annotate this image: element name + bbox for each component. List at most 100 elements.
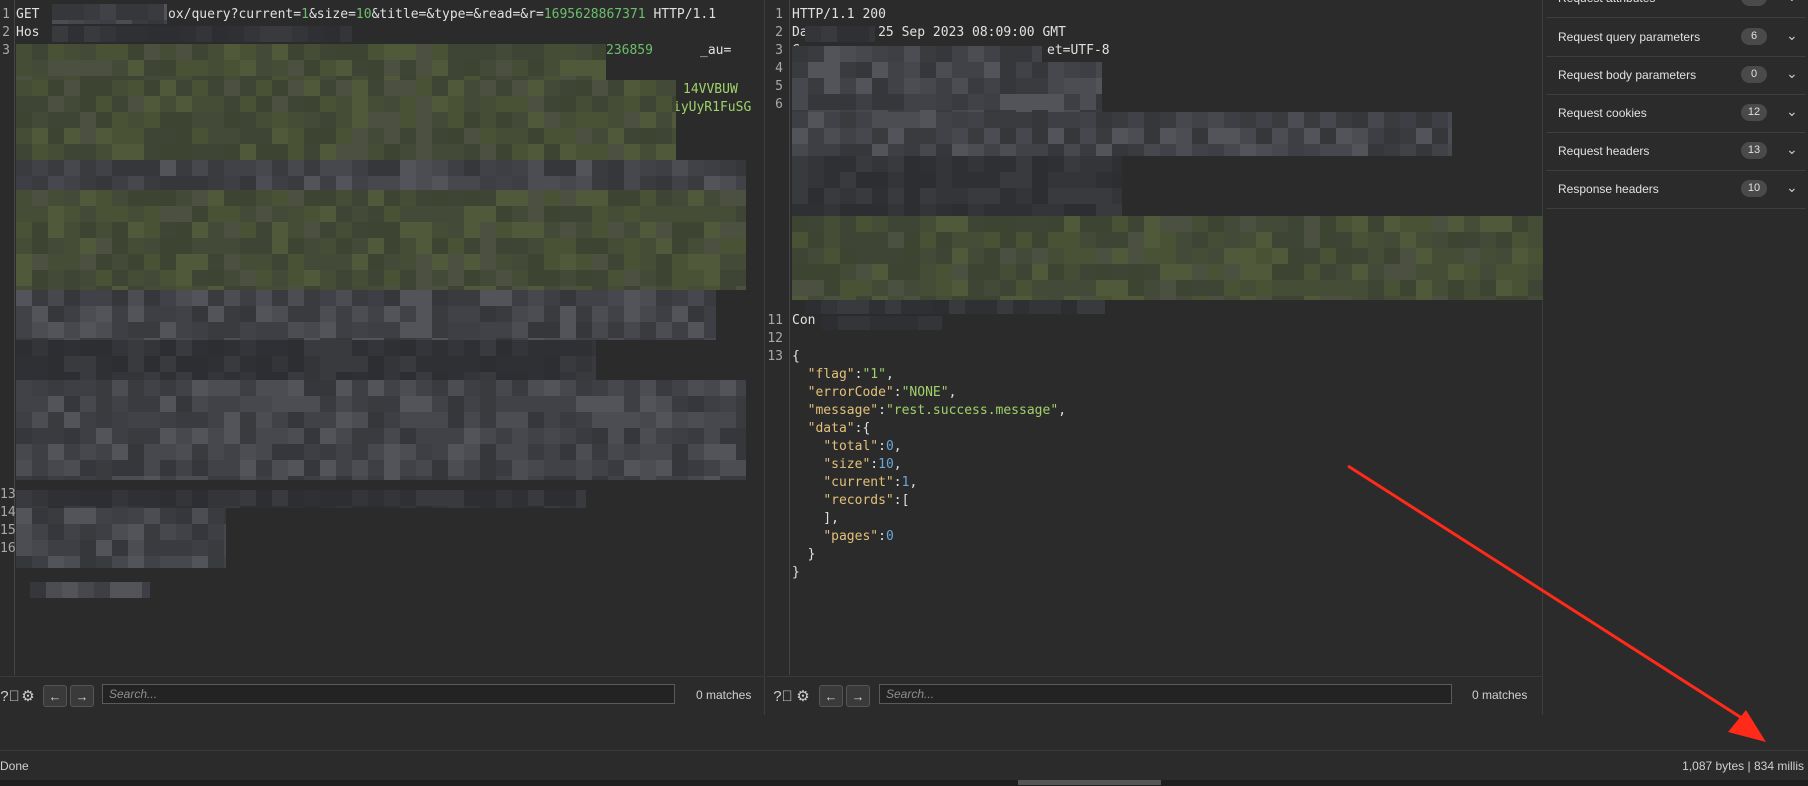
redaction-pixel	[48, 160, 64, 176]
redaction-pixel	[592, 428, 608, 444]
redaction-pixel	[592, 412, 608, 428]
redaction-pixel	[112, 396, 128, 412]
help-icon[interactable]: ?⃝	[773, 686, 793, 706]
redaction-pixel	[496, 460, 512, 476]
redaction-pixel	[808, 156, 824, 172]
request-search-input[interactable]	[102, 684, 675, 704]
arrow-left-icon[interactable]: ←	[43, 685, 67, 707]
redaction-pixel	[416, 238, 432, 254]
redaction-pixel	[480, 372, 496, 380]
gear-icon[interactable]: ⚙	[18, 686, 38, 706]
arrow-right-icon[interactable]: →	[846, 685, 870, 707]
request-editor[interactable]: 1 GET ox/query?current= 1 &size= 10 &title=&t…	[0, 0, 765, 715]
redaction-pixel	[448, 356, 464, 372]
redaction-pixel	[544, 506, 560, 508]
code-token: ,	[948, 385, 957, 400]
redaction-pixel	[1352, 128, 1368, 144]
redaction-pixel	[116, 26, 132, 42]
redaction-pixel	[656, 206, 672, 222]
redaction-pixel	[96, 356, 112, 372]
redaction-pixel	[272, 490, 288, 506]
redaction-pixel	[512, 396, 528, 412]
redaction-pixel	[688, 190, 704, 206]
chevron-down-icon[interactable]: ⌄	[1786, 179, 1798, 196]
redaction-pixel	[720, 160, 736, 176]
redaction-pixel	[212, 26, 228, 42]
chevron-down-icon[interactable]: ⌄	[1786, 141, 1798, 158]
redaction-pixel	[856, 216, 872, 232]
redaction-pixel	[16, 306, 32, 322]
redaction-pixel	[1160, 280, 1176, 296]
redaction-pixel	[272, 506, 288, 508]
redaction-pixel	[560, 340, 576, 356]
redaction-pixel	[448, 412, 464, 428]
redaction-pixel	[480, 254, 496, 270]
redaction-pixel	[1176, 216, 1192, 232]
redaction-pixel	[32, 112, 48, 128]
redaction-pixel	[32, 270, 48, 286]
redaction-pixel	[936, 264, 952, 280]
redaction-pixel	[704, 290, 716, 306]
response-search-input[interactable]	[879, 684, 1452, 704]
redaction-pixel	[544, 144, 560, 160]
redaction-pixel	[432, 490, 448, 506]
redaction-pixel	[272, 80, 288, 96]
redaction-pixel	[272, 238, 288, 254]
arrow-right-icon[interactable]: →	[70, 685, 94, 707]
redaction-pixel	[16, 128, 32, 144]
redaction-pixel	[496, 80, 512, 96]
redaction-pixel	[96, 238, 112, 254]
redaction-pixel	[1061, 300, 1077, 314]
redaction-pixel	[144, 270, 160, 286]
redaction-pixel	[336, 128, 352, 144]
redaction-pixel	[904, 280, 920, 296]
redaction-pixel	[1064, 62, 1080, 78]
redaction-pixel	[272, 412, 288, 428]
redaction-pixel	[400, 112, 416, 128]
redaction-pixel	[528, 412, 544, 428]
redaction-pixel	[96, 460, 112, 476]
inspector-row[interactable]: Request headers 13 ⌄	[1546, 133, 1806, 171]
help-icon[interactable]: ?⃝	[0, 686, 20, 706]
response-editor[interactable]: 1 HTTP/1.1 200 2 Date: Mon, 25 Sep 2023 08:…	[767, 0, 1552, 715]
redaction-pixel	[272, 290, 288, 306]
bottom-scroll-track[interactable]	[0, 780, 1808, 786]
redaction-pixel	[448, 238, 464, 254]
redaction-pixel	[496, 190, 512, 206]
line-number: 13	[767, 349, 783, 364]
redaction-pixel	[16, 524, 32, 540]
redaction-pixel	[368, 506, 384, 508]
redaction-pixel	[112, 96, 128, 112]
redaction-pixel	[1048, 264, 1064, 280]
redaction-pixel	[608, 306, 624, 322]
chevron-down-icon[interactable]: ⌄	[1786, 27, 1798, 44]
redaction-pixel	[1448, 128, 1452, 144]
redaction-pixel	[1032, 112, 1048, 128]
redaction-pixel	[176, 160, 192, 176]
redaction-pixel	[656, 222, 672, 238]
gear-icon[interactable]: ⚙	[793, 686, 813, 706]
redaction-pixel	[656, 476, 672, 480]
redaction-pixel	[176, 176, 192, 190]
chevron-down-icon[interactable]: ⌄	[1786, 65, 1798, 82]
inspector-row[interactable]: Response headers 10 ⌄	[1546, 171, 1806, 209]
redaction-pixel	[672, 396, 688, 412]
horizontal-scrollbar-thumb[interactable]	[1018, 780, 1161, 785]
redaction-pixel	[464, 160, 480, 176]
redaction-pixel	[256, 412, 272, 428]
redaction-pixel	[1000, 156, 1016, 172]
chevron-down-icon[interactable]: ⌄	[1786, 0, 1798, 5]
redaction-pixel	[320, 444, 336, 460]
inspector-row[interactable]: Request attributes2⌄	[1546, 0, 1806, 18]
code-token: Con	[792, 313, 816, 328]
redaction-pixel	[384, 270, 400, 286]
redaction-pixel	[384, 222, 400, 238]
redaction-pixel	[592, 176, 608, 190]
code-token: 14VVBUW	[683, 82, 738, 97]
inspector-row[interactable]: Request cookies 12 ⌄	[1546, 95, 1806, 133]
arrow-left-icon[interactable]: ←	[819, 685, 843, 707]
inspector-row[interactable]: Request query parameters 6 ⌄	[1546, 19, 1806, 57]
inspector-row[interactable]: Request body parameters 0 ⌄	[1546, 57, 1806, 95]
chevron-down-icon[interactable]: ⌄	[1786, 103, 1798, 120]
redaction-pixel	[840, 232, 856, 248]
